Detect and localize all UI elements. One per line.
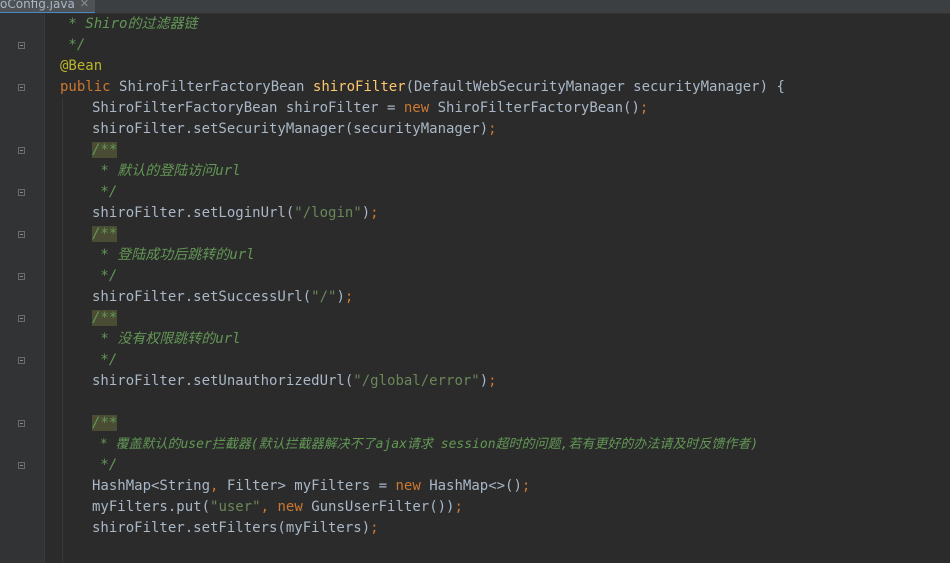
call: shiroFilter.setLoginUrl( [92, 205, 295, 221]
indent-guide [62, 98, 63, 563]
code-line-2: */ [60, 35, 85, 56]
paren: ) [361, 205, 371, 221]
semicolon: ; [370, 520, 379, 536]
return-type: ShiroFilterFactoryBean [119, 79, 305, 95]
close-tab-icon[interactable]: ✕ [80, 0, 89, 12]
code-line-24: shiroFilter.setFilters(myFilters); [92, 518, 379, 539]
code-line-8: * 默认的登陆访问url [92, 161, 241, 182]
code-line-6: shiroFilter.setSecurityManager(securityM… [92, 119, 497, 140]
doc-open: /** [92, 310, 118, 326]
doc-text: * 登陆成功后跳转的url [92, 247, 255, 263]
code-line-18: shiroFilter.setUnauthorizedUrl("/global/… [92, 371, 497, 392]
doc-text: * 没有权限跳转的url [92, 331, 241, 347]
semicolon: ; [370, 205, 379, 221]
code-editor[interactable]: * Shiro的过滤器链 */ @Bean public ShiroFilter… [0, 14, 950, 563]
semicolon: ; [639, 100, 649, 116]
code-line-7: /** [92, 140, 118, 161]
paren: ) [479, 373, 489, 389]
code-line-21: */ [92, 455, 117, 476]
fold-toggle-icon[interactable] [18, 231, 25, 238]
doc-open: /** [92, 415, 118, 431]
keyword: public [60, 79, 111, 95]
code-line-4: public ShiroFilterFactoryBean shiroFilte… [60, 77, 785, 98]
keyword: new [277, 499, 303, 515]
fold-toggle-icon[interactable] [18, 462, 25, 469]
code-line-14: shiroFilter.setSuccessUrl("/"); [92, 287, 353, 308]
doc-close: */ [92, 352, 118, 368]
doc-open: /** [92, 142, 118, 158]
semicolon: ; [344, 289, 354, 305]
method-params: (DefaultWebSecurityManager securityManag… [405, 79, 785, 95]
code-line-19: /** [92, 413, 118, 434]
code-line-12: * 登陆成功后跳转的url [92, 245, 255, 266]
doc-close: */ [92, 268, 118, 284]
code-line-20: * 覆盖默认的user拦截器(默认拦截器解决不了ajax请求 session超时… [92, 434, 758, 455]
doc-star: * [60, 16, 86, 32]
doc-close: */ [92, 184, 118, 200]
string-literal: "user" [210, 499, 261, 515]
fold-toggle-icon[interactable] [18, 315, 25, 322]
fold-toggle-icon[interactable] [18, 357, 25, 364]
doc-close: */ [60, 37, 86, 53]
code-line-11: /** [92, 224, 118, 245]
call: shiroFilter.setSuccessUrl( [92, 289, 312, 305]
string-literal: "/global/error" [353, 373, 480, 389]
call: myFilters.put( [92, 499, 211, 515]
doc-close: */ [92, 457, 118, 473]
expr: GunsUserFilter()) [302, 499, 455, 515]
doc-text: * 覆盖默认的user拦截器(默认拦截器解决不了ajax请求 session超时… [92, 437, 759, 452]
paren: ) [336, 289, 345, 305]
semicolon: ; [488, 373, 497, 389]
fold-toggle-icon[interactable] [18, 189, 25, 196]
fold-toggle-icon[interactable] [18, 273, 25, 280]
stmt: shiroFilter.setFilters(myFilters) [92, 520, 371, 536]
semicolon: ; [454, 499, 463, 515]
method-name: shiroFilter [312, 79, 406, 95]
editor-tab-active[interactable]: oConfig.java ✕ [0, 0, 96, 13]
stmt: shiroFilter.setSecurityManager(securityM… [92, 121, 489, 137]
code-line-15: /** [92, 308, 118, 329]
code-line-1: * Shiro的过滤器链 [60, 14, 197, 35]
comma: , [260, 499, 270, 515]
doc-open: /** [92, 226, 118, 242]
code-line-22: HashMap<String, Filter> myFilters = new … [92, 476, 530, 497]
fold-toggle-icon[interactable] [18, 84, 25, 91]
decl: Filter> myFilters = [218, 478, 396, 494]
editor-tab-bar: oConfig.java ✕ [0, 0, 950, 14]
fold-toggle-icon[interactable] [18, 420, 25, 427]
expr: ShiroFilterFactoryBean() [429, 100, 640, 116]
expr: HashMap<>() [420, 478, 522, 494]
doc-text: * 默认的登陆访问url [92, 163, 241, 179]
code-line-17: */ [92, 350, 117, 371]
code-line-13: */ [92, 266, 117, 287]
semicolon: ; [488, 121, 497, 137]
editor-gutter [0, 14, 45, 563]
string-literal: "/login" [294, 205, 362, 221]
annotation: @Bean [60, 58, 103, 74]
keyword: new [395, 478, 421, 494]
code-line-16: * 没有权限跳转的url [92, 329, 241, 350]
code-line-10: shiroFilter.setLoginUrl("/login"); [92, 203, 379, 224]
decl: ShiroFilterFactoryBean shiroFilter = [92, 100, 404, 116]
doc-text: Shiro的过滤器链 [85, 16, 198, 32]
call: shiroFilter.setUnauthorizedUrl( [92, 373, 354, 389]
keyword: new [403, 100, 430, 116]
fold-toggle-icon[interactable] [18, 147, 25, 154]
code-line-5: ShiroFilterFactoryBean shiroFilter = new… [92, 98, 648, 119]
code-line-23: myFilters.put("user", new GunsUserFilter… [92, 497, 463, 518]
semicolon: ; [521, 478, 531, 494]
fold-toggle-icon[interactable] [18, 42, 25, 49]
code-line-9: */ [92, 182, 117, 203]
tab-filename: oConfig.java [0, 0, 75, 11]
type-decl: HashMap<String [92, 478, 211, 494]
code-line-3: @Bean [60, 56, 102, 77]
string-literal: "/" [311, 289, 337, 305]
